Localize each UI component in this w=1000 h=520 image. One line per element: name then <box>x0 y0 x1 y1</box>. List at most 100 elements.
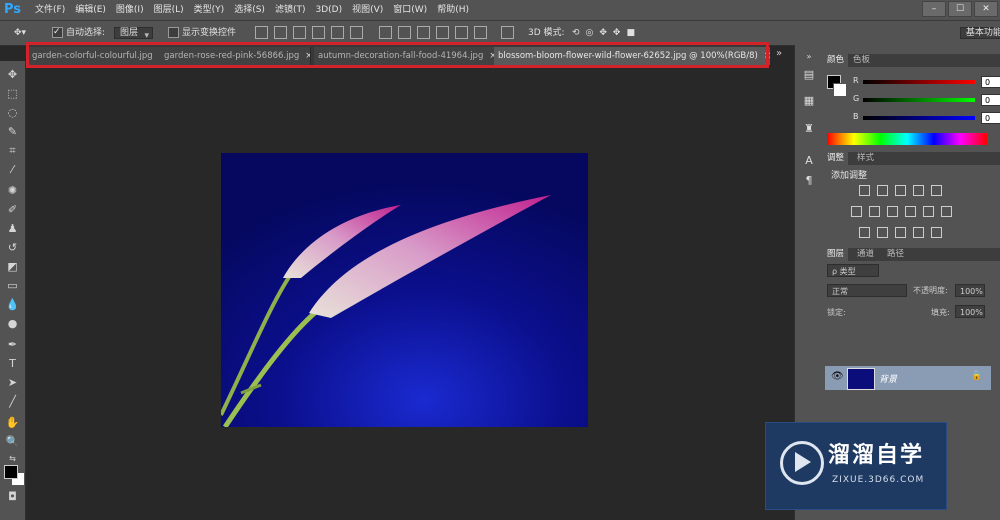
paragraph-panel-icon[interactable]: ¶ <box>801 173 817 189</box>
menu-help[interactable]: 帮助(H) <box>432 0 474 20</box>
vibrance-icon[interactable] <box>931 185 942 196</box>
menu-3d[interactable]: 3D(D) <box>310 0 347 20</box>
distribute-bottom-icon[interactable] <box>417 26 430 39</box>
blue-value[interactable]: 0 <box>981 112 1000 124</box>
auto-select-checkbox[interactable]: 自动选择: <box>52 24 105 41</box>
layer-row-background[interactable]: 👁 背景 🔒 <box>825 366 991 390</box>
color-panel-bg-swatch[interactable] <box>833 83 847 97</box>
show-transform-checkbox[interactable]: 显示变换控件 <box>168 25 236 41</box>
gradient-tool-icon[interactable]: ▭ <box>4 278 21 294</box>
distribute-left-icon[interactable] <box>436 26 449 39</box>
fill-field[interactable]: 100% <box>955 305 985 318</box>
pen-tool-icon[interactable]: ✒ <box>4 337 21 353</box>
menu-edit[interactable]: 编辑(E) <box>70 0 111 20</box>
blur-tool-icon[interactable]: 💧 <box>4 297 21 313</box>
foreground-color-swatch[interactable] <box>4 465 18 479</box>
workspace-dropdown[interactable]: 基本功能 <box>959 27 1000 39</box>
lasso-tool-icon[interactable]: ◌ <box>4 105 21 121</box>
healing-brush-tool-icon[interactable]: ✺ <box>4 183 21 199</box>
align-right-icon[interactable] <box>350 26 363 39</box>
invert-icon[interactable] <box>859 227 870 238</box>
tab-overflow-icon[interactable]: » <box>776 48 782 59</box>
move-tool-icon[interactable]: ✥ <box>4 67 21 83</box>
align-bottom-icon[interactable] <box>293 26 306 39</box>
3d-mode-icons[interactable]: ⟲◎✥✥■ <box>572 25 641 41</box>
align-vcenter-icon[interactable] <box>274 26 287 39</box>
marquee-tool-icon[interactable]: ⬚ <box>4 86 21 102</box>
gradient-map-icon[interactable] <box>913 227 924 238</box>
levels-icon[interactable] <box>877 185 888 196</box>
properties-panel-icon[interactable]: ▦ <box>801 93 817 109</box>
tab-swatches[interactable]: 色板 <box>849 54 874 67</box>
document-image[interactable] <box>221 153 588 427</box>
crop-tool-icon[interactable]: ⌗ <box>4 143 21 159</box>
red-value[interactable]: 0 <box>981 76 1000 88</box>
type-tool-icon[interactable]: T <box>4 356 21 372</box>
align-hcenter-icon[interactable] <box>331 26 344 39</box>
collapse-dock-icon[interactable]: » <box>801 49 817 65</box>
hand-tool-icon[interactable]: ✋ <box>4 415 21 431</box>
maximize-button[interactable]: ☐ <box>948 1 972 17</box>
close-button[interactable]: ✕ <box>974 1 998 17</box>
eyedropper-tool-icon[interactable]: ⁄ <box>4 162 21 178</box>
distribute-right-icon[interactable] <box>474 26 487 39</box>
channel-mixer-icon[interactable] <box>923 206 934 217</box>
menu-select[interactable]: 选择(S) <box>229 0 270 20</box>
photo-filter-icon[interactable] <box>905 206 916 217</box>
history-panel-icon[interactable]: ▤ <box>801 67 817 83</box>
brightness-contrast-icon[interactable] <box>859 185 870 196</box>
posterize-icon[interactable] <box>877 227 888 238</box>
layer-name[interactable]: 背景 <box>879 372 897 385</box>
eraser-tool-icon[interactable]: ◩ <box>4 259 21 275</box>
threshold-icon[interactable] <box>895 227 906 238</box>
curves-icon[interactable] <box>895 185 906 196</box>
tab-styles[interactable]: 样式 <box>853 152 878 165</box>
opacity-field[interactable]: 100% <box>955 284 985 297</box>
tab-color[interactable]: 颜色 <box>823 54 849 67</box>
tab-adjustments[interactable]: 调整 <box>823 152 849 165</box>
quick-mask-icon[interactable]: ◘ <box>4 489 21 505</box>
hue-saturation-icon[interactable] <box>851 206 862 217</box>
menu-layer[interactable]: 图层(L) <box>149 0 189 20</box>
zoom-tool-icon[interactable]: 🔍 <box>4 434 21 450</box>
color-lookup-icon[interactable] <box>941 206 952 217</box>
dodge-tool-icon[interactable]: ● <box>4 316 21 332</box>
green-value[interactable]: 0 <box>981 94 1000 106</box>
exposure-icon[interactable] <box>913 185 924 196</box>
align-icons[interactable] <box>252 25 366 41</box>
black-white-icon[interactable] <box>887 206 898 217</box>
move-tool-preset-icon[interactable]: ✥▾ <box>14 25 26 41</box>
tab-paths[interactable]: 路径 <box>883 248 908 261</box>
brush-tool-icon[interactable]: ✐ <box>4 202 21 218</box>
layer-filter-dropdown[interactable]: ρ 类型 <box>827 264 879 277</box>
menu-filter[interactable]: 滤镜(T) <box>270 0 311 20</box>
menu-type[interactable]: 类型(Y) <box>189 0 230 20</box>
path-select-tool-icon[interactable]: ➤ <box>4 375 21 391</box>
line-tool-icon[interactable]: ╱ <box>4 394 21 410</box>
selective-color-icon[interactable] <box>931 227 942 238</box>
minimize-button[interactable]: – <box>922 1 946 17</box>
align-left-icon[interactable] <box>312 26 325 39</box>
distribute-top-icon[interactable] <box>379 26 392 39</box>
quick-select-tool-icon[interactable]: ✎ <box>4 124 21 140</box>
tab-channels[interactable]: 通道 <box>853 248 878 261</box>
align-top-icon[interactable] <box>255 26 268 39</box>
color-spectrum-bar[interactable] <box>827 133 987 145</box>
blend-mode-dropdown[interactable]: 正常 <box>827 284 907 297</box>
color-balance-icon[interactable] <box>869 206 880 217</box>
menu-file[interactable]: 文件(F) <box>30 0 70 20</box>
menu-view[interactable]: 视图(V) <box>347 0 388 20</box>
brush-panel-icon[interactable]: ♜ <box>801 121 817 137</box>
visibility-eye-icon[interactable]: 👁 <box>831 371 844 382</box>
menu-window[interactable]: 窗口(W) <box>388 0 432 20</box>
clone-stamp-tool-icon[interactable]: ♟ <box>4 221 21 237</box>
distribute-vcenter-icon[interactable] <box>398 26 411 39</box>
auto-align-icon[interactable] <box>498 25 517 41</box>
character-panel-icon[interactable]: A <box>801 153 817 169</box>
history-brush-tool-icon[interactable]: ↺ <box>4 240 21 256</box>
auto-select-dropdown[interactable]: 图层 <box>114 27 154 39</box>
tab-layers[interactable]: 图层 <box>823 248 849 261</box>
menu-image[interactable]: 图像(I) <box>111 0 149 20</box>
distribute-hcenter-icon[interactable] <box>455 26 468 39</box>
distribute-icons[interactable] <box>376 25 490 41</box>
